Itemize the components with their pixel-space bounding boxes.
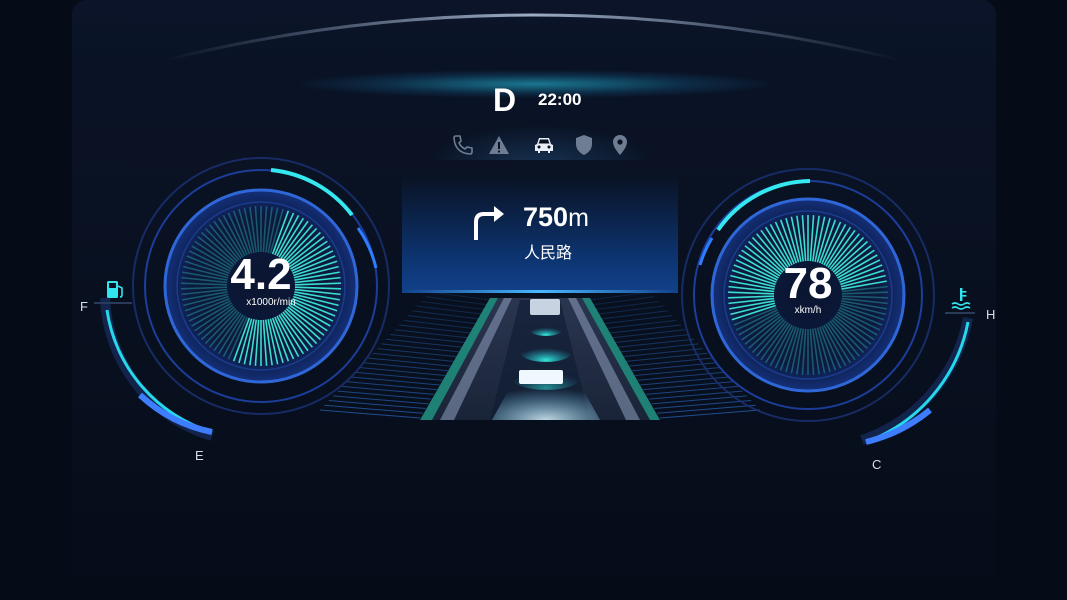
temp-cold-label: C: [872, 457, 882, 472]
gauges-graphics: [94, 157, 975, 445]
fuel-empty-label: E: [195, 448, 204, 463]
speed-unit: xkm/h: [794, 305, 822, 316]
rpm-unit: x1000r/min: [246, 297, 296, 308]
fuel-full-label: F: [80, 299, 88, 314]
fuel-pump-icon: [104, 278, 126, 300]
rpm-value: 4.2: [230, 250, 292, 299]
temp-hot-label: H: [986, 307, 996, 322]
coolant-temp-icon: [950, 286, 972, 310]
speed-value: 78: [783, 259, 833, 308]
